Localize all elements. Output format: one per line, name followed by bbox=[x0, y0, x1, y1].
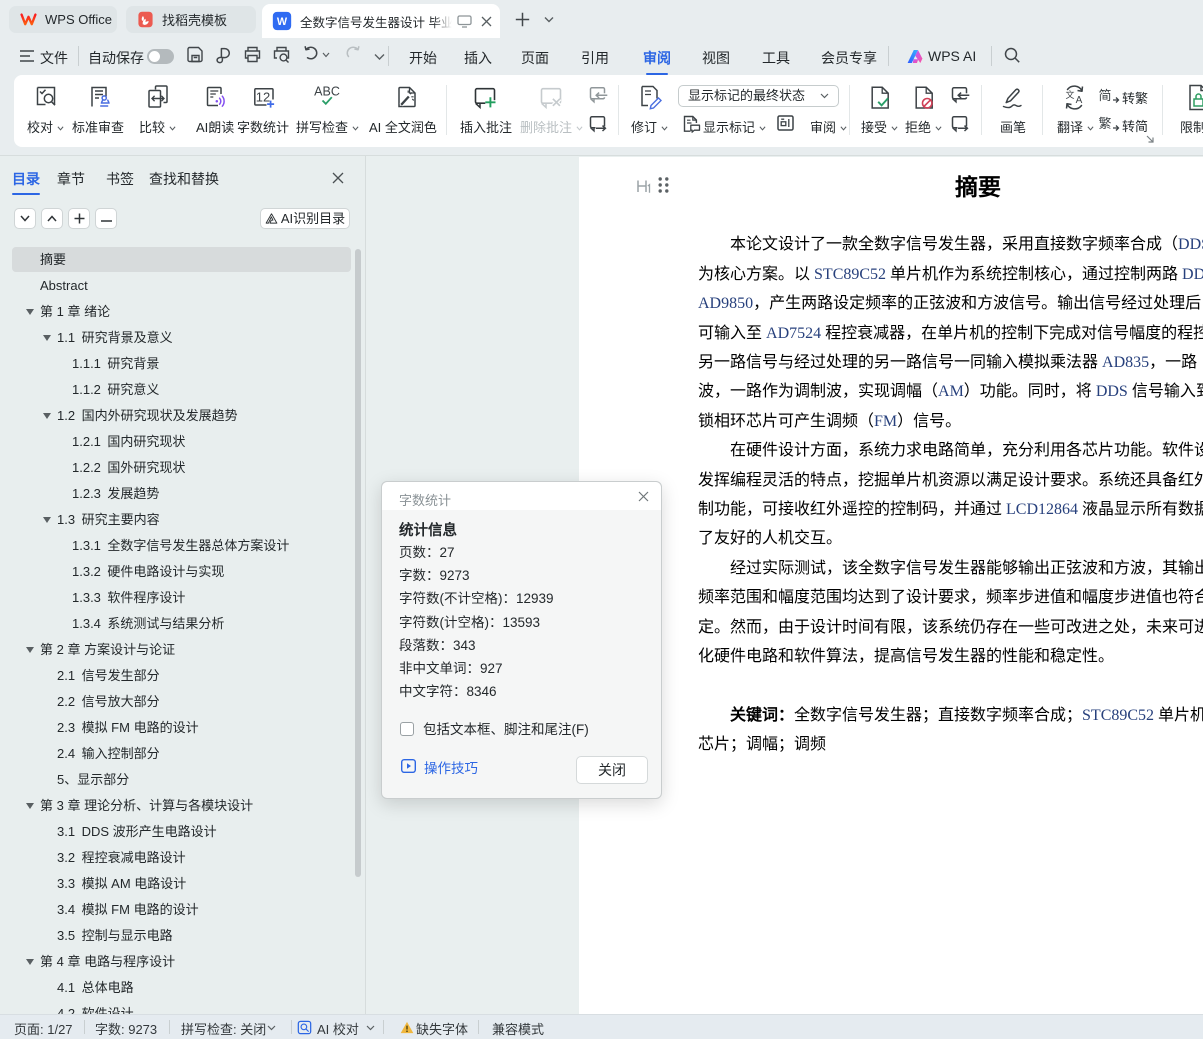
svg-text:W: W bbox=[277, 16, 288, 28]
